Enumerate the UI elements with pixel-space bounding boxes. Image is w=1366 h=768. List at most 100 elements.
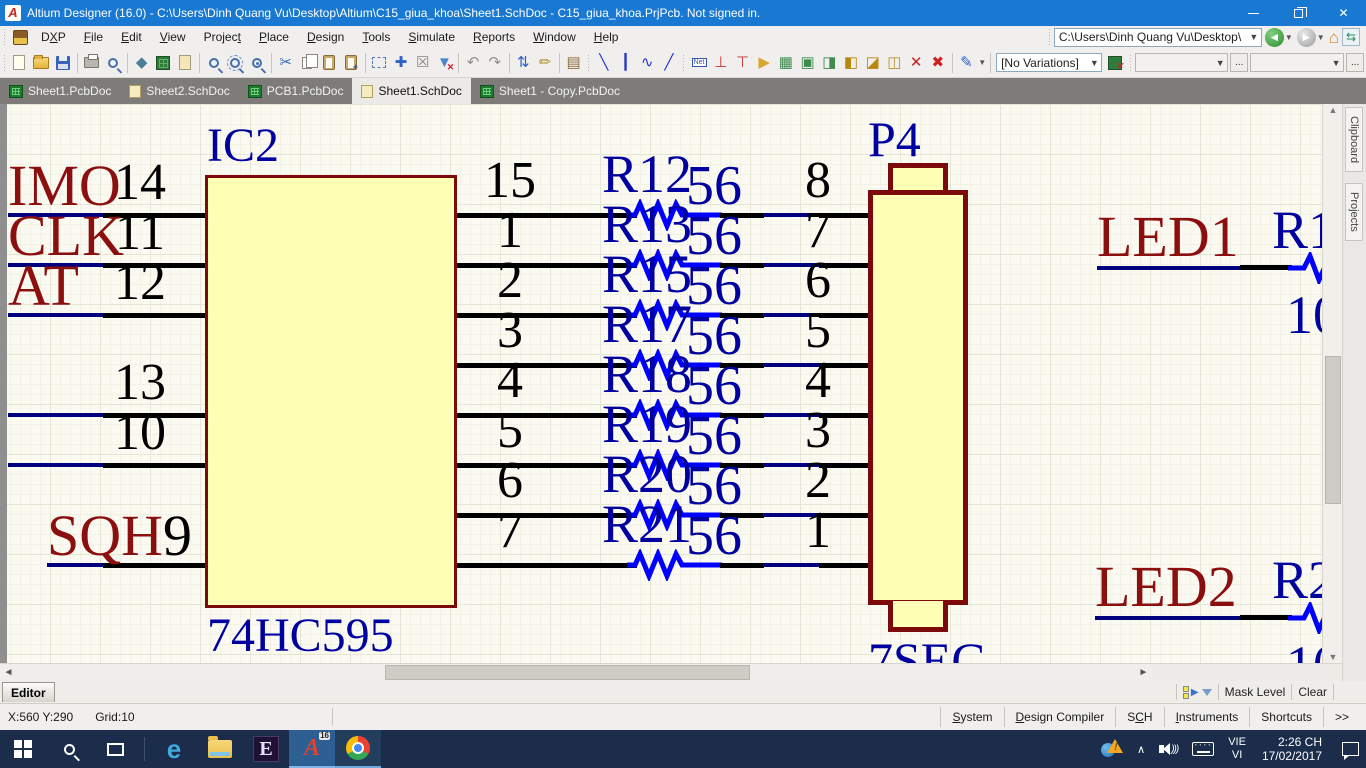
scroll-up-icon[interactable]: ▲	[1323, 105, 1342, 115]
statusbar-button-sch[interactable]: SCH	[1115, 707, 1163, 727]
pin-line[interactable]	[457, 563, 637, 568]
ic-74hc595-body[interactable]	[205, 175, 457, 608]
zoom-point-icon[interactable]	[247, 52, 267, 74]
document-tab-sheet1-pcbdoc[interactable]: Sheet1.PcbDoc	[0, 78, 120, 104]
statusbar-button-instruments[interactable]: Instruments	[1164, 707, 1250, 727]
copy-icon[interactable]	[297, 52, 317, 74]
clock[interactable]: 2:26 CH 17/02/2017	[1253, 735, 1331, 763]
place-bus-icon[interactable]: ┃	[616, 52, 636, 74]
forward-icon[interactable]: ►	[1297, 28, 1316, 47]
clear-button[interactable]: Clear	[1298, 685, 1327, 699]
place-harness-connector-icon[interactable]: ◧	[841, 52, 861, 74]
horizontal-scrollbar-thumb[interactable]	[385, 665, 750, 680]
ic-pin-number[interactable]: 4	[478, 355, 542, 407]
connector-pin-number[interactable]: 3	[796, 405, 840, 457]
resistor-designator[interactable]: R20	[602, 447, 692, 501]
pin-line[interactable]	[1240, 615, 1292, 620]
place-signal-harness-icon[interactable]: ∿	[637, 52, 657, 74]
altium-icon[interactable]: A16	[289, 730, 335, 768]
search-icon[interactable]	[46, 730, 92, 768]
cut-icon[interactable]: ✂	[276, 52, 296, 74]
net-label-sqh[interactable]: SQH9	[47, 507, 192, 565]
mask-filter-icon[interactable]	[1202, 689, 1212, 696]
place-net-label-icon[interactable]: Net	[689, 52, 709, 74]
editor-tab[interactable]: Editor	[2, 682, 55, 702]
view-3d-icon[interactable]: ◆	[132, 52, 152, 74]
resistor-designator[interactable]: R18	[602, 347, 692, 401]
keyboard-icon[interactable]	[1185, 730, 1221, 768]
menu-item-tools[interactable]: Tools	[353, 27, 399, 47]
resistor-designator[interactable]: R19	[602, 397, 692, 451]
wire-segment[interactable]	[763, 563, 820, 567]
close-button[interactable]: ✕	[1321, 0, 1366, 26]
undo-icon[interactable]: ↶	[463, 52, 483, 74]
place-vcc-icon[interactable]: ⊤	[733, 52, 753, 74]
pin-number[interactable]: 10	[92, 407, 188, 459]
menu-item-design[interactable]: Design	[298, 27, 353, 47]
mask-play-icon[interactable]: ▶	[1191, 687, 1199, 698]
empty-combo[interactable]: ▼	[1135, 53, 1229, 72]
wire-segment[interactable]	[1095, 616, 1240, 620]
deselect-icon[interactable]: ☒	[413, 52, 433, 74]
statusbar-button--[interactable]: >>	[1323, 707, 1360, 727]
chevron-down-icon[interactable]: ▼	[1317, 33, 1325, 42]
refresh-icon[interactable]: ⇆	[1342, 28, 1360, 46]
scroll-left-icon[interactable]: ◄	[0, 664, 17, 681]
menu-item-reports[interactable]: Reports	[464, 27, 524, 47]
pin-line[interactable]	[1240, 265, 1292, 270]
line-style-icon[interactable]: ✎	[957, 52, 977, 74]
chevron-up-icon[interactable]: ∧	[1130, 730, 1152, 768]
ic-pin-number[interactable]: 6	[478, 455, 542, 507]
minimize-button[interactable]	[1231, 0, 1276, 26]
menu-item-place[interactable]: Place	[250, 27, 298, 47]
edge-icon[interactable]: e	[151, 730, 197, 768]
mask-level-button[interactable]: Mask Level	[1225, 685, 1286, 699]
horizontal-scrollbar[interactable]: ◄ ►	[0, 663, 1342, 681]
connector-pin-number[interactable]: 8	[796, 155, 840, 207]
pin-line[interactable]	[103, 313, 205, 318]
wire-segment[interactable]	[8, 463, 103, 467]
resistor-designator[interactable]: R13	[602, 197, 692, 251]
ic-part-label[interactable]: 74HC595	[207, 612, 394, 660]
place-gnd-icon[interactable]: ⊥	[711, 52, 731, 74]
print-preview-icon[interactable]	[103, 52, 123, 74]
browse-ellipsis-button[interactable]: ...	[1346, 53, 1364, 72]
paste-array-icon[interactable]	[341, 52, 361, 74]
browse-ellipsis-button[interactable]: ...	[1230, 53, 1248, 72]
document-tab-sheet1-schdoc[interactable]: Sheet1.SchDoc	[352, 78, 470, 104]
place-sheet-symbol-icon[interactable]: ▣	[798, 52, 818, 74]
home-icon[interactable]: ⌂	[1329, 29, 1339, 46]
ic-designator-label[interactable]: IC2	[207, 122, 279, 170]
paste-icon[interactable]	[319, 52, 339, 74]
place-ic-icon[interactable]: ▦	[776, 52, 796, 74]
net-label-at[interactable]: AT	[8, 257, 79, 315]
connector-designator-label[interactable]: P4	[868, 114, 921, 164]
redo-icon[interactable]: ↷	[485, 52, 505, 74]
variations-combo[interactable]: [No Variations]▼	[996, 53, 1102, 72]
mask-dim-icon[interactable]	[1183, 686, 1189, 699]
ic-pin-number[interactable]: 1	[478, 205, 542, 257]
vertical-scrollbar[interactable]: ▲ ▼	[1322, 104, 1342, 663]
move-icon[interactable]: ✚	[391, 52, 411, 74]
connector-pin-number[interactable]: 1	[796, 505, 840, 557]
language-indicator[interactable]: VIE VI	[1221, 730, 1253, 768]
menu-item-edit[interactable]: Edit	[112, 27, 151, 47]
wizard-icon[interactable]: ✏	[535, 52, 555, 74]
panel-tab-clipboard[interactable]: Clipboard	[1345, 107, 1363, 172]
net-label-led2[interactable]: LED2	[1095, 558, 1237, 616]
place-wire-icon[interactable]: ╲	[594, 52, 614, 74]
connector-pin-number[interactable]: 4	[796, 355, 840, 407]
place-port-icon[interactable]: ◫	[885, 52, 905, 74]
document-tab-pcb1-pcbdoc[interactable]: PCB1.PcbDoc	[239, 78, 353, 104]
recent-path-combo[interactable]: C:\Users\Dinh Quang Vu\Desktop\ ▼	[1054, 28, 1262, 47]
cross-probe-icon[interactable]: ⇅	[513, 52, 533, 74]
connector-pin-number[interactable]: 5	[796, 305, 840, 357]
pcb-view-icon[interactable]	[153, 52, 173, 74]
connector-p4-body[interactable]	[868, 190, 968, 605]
browse-library-icon[interactable]: ▤	[564, 52, 584, 74]
maximize-button[interactable]	[1276, 0, 1321, 26]
menu-item-project[interactable]: Project	[195, 27, 250, 47]
net-label-led1[interactable]: LED1	[1097, 208, 1239, 266]
clear-filter-icon[interactable]: ▼✕	[435, 52, 455, 74]
dxp-icon[interactable]	[13, 30, 28, 45]
